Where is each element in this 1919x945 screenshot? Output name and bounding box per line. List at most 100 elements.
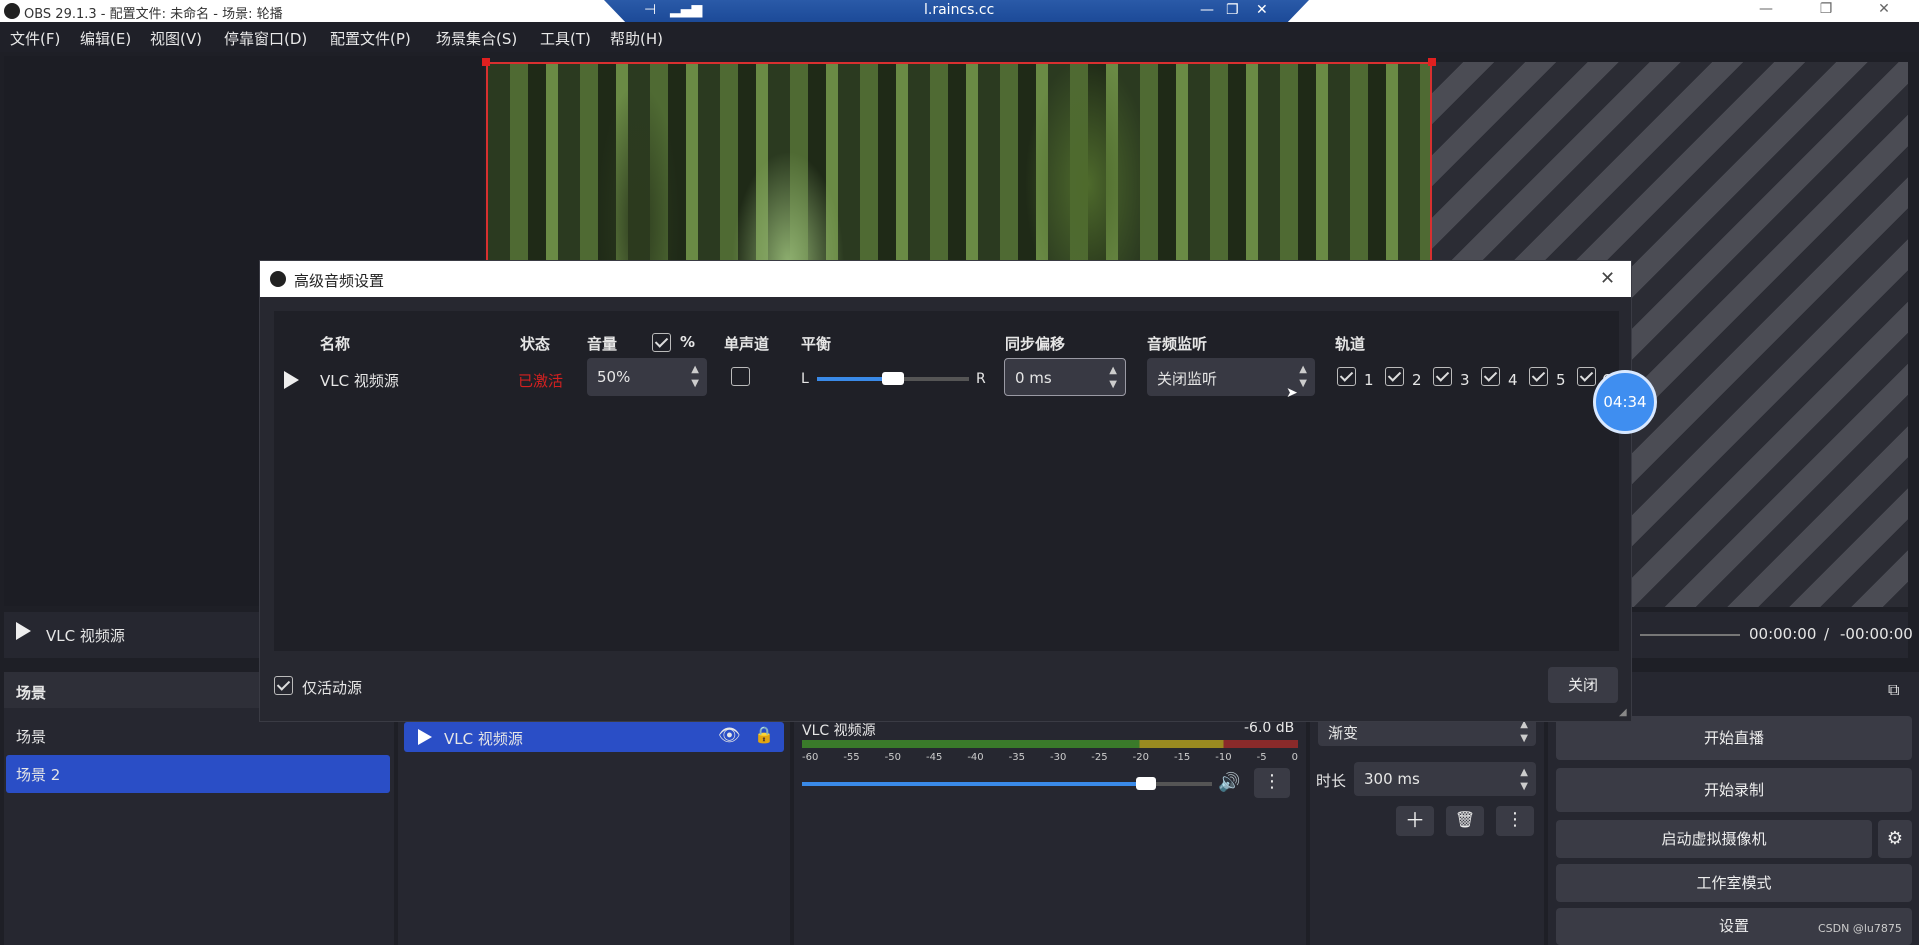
audio-sources-table: 名称 状态 音量 % 单声道 平衡 同步偏移 音频监听 轨道 VLC 视频源 已… (274, 311, 1619, 651)
balance-slider-handle[interactable] (882, 372, 904, 385)
header-mono: 单声道 (724, 335, 770, 353)
menu-help[interactable]: 帮助(H) (610, 28, 663, 49)
track-label: 5 (1556, 371, 1566, 389)
balance-right-label: R (976, 371, 986, 387)
remote-close-icon[interactable]: ✕ (1256, 2, 1268, 18)
advanced-audio-dialog: 高级音频设置 ✕ 名称 状态 音量 % 单声道 平衡 同步偏移 音频监听 轨道 … (259, 260, 1632, 722)
mixer-menu-button[interactable]: ⋮ (1254, 768, 1290, 798)
resize-grip-icon[interactable]: ◢ (1619, 707, 1627, 718)
duration-spinbox[interactable]: 300 ms ▲ ▼ (1354, 762, 1536, 796)
track-checkbox-2[interactable] (1385, 367, 1404, 386)
media-progress-slider[interactable] (1640, 634, 1740, 636)
sync-offset-value: 0 ms (1015, 369, 1052, 387)
track-label: 3 (1460, 371, 1470, 389)
visibility-eye-icon[interactable]: 👁 (718, 725, 741, 746)
floating-timer[interactable]: 04:34 (1593, 370, 1657, 434)
meter-tick: -35 (1008, 752, 1025, 763)
media-source-icon (418, 729, 432, 745)
resize-handle[interactable] (1428, 58, 1436, 66)
mono-checkbox[interactable] (731, 367, 750, 386)
transition-type-value: 渐变 (1328, 724, 1359, 742)
active-only-checkbox[interactable] (274, 676, 293, 695)
volume-spinbox[interactable]: 50% ▲ ▼ (587, 358, 707, 396)
dialog-close-button[interactable]: 关闭 (1548, 667, 1618, 703)
header-name: 名称 (320, 335, 351, 353)
duration-label: 时长 (1316, 772, 1347, 790)
track-label: 2 (1412, 371, 1422, 389)
pin-icon[interactable]: ⊣ (644, 2, 656, 18)
remote-restore-icon[interactable]: ❐ (1226, 2, 1239, 18)
obs-logo-icon (270, 271, 286, 287)
menu-edit[interactable]: 编辑(E) (80, 28, 131, 49)
meter-tick: -30 (1049, 752, 1067, 763)
header-percent: % (680, 333, 696, 351)
header-status: 状态 (520, 335, 551, 353)
track-checkbox-5[interactable] (1529, 367, 1548, 386)
row-status: 已激活 (518, 372, 564, 390)
scene-item-selected[interactable]: 场景 2 (6, 755, 390, 793)
virtual-camera-settings-button[interactable]: ⚙ (1878, 820, 1912, 858)
menu-profile[interactable]: 配置文件(P) (330, 28, 411, 49)
percent-checkbox[interactable] (652, 333, 671, 352)
volume-slider-handle[interactable] (1136, 777, 1157, 790)
close-icon[interactable]: ✕ (1874, 1, 1894, 19)
track-checkbox-4[interactable] (1481, 367, 1500, 386)
lock-icon[interactable]: 🔒 (754, 725, 774, 744)
remote-minimize-icon[interactable]: — (1200, 2, 1214, 18)
track-label: 1 (1364, 371, 1374, 389)
duration-value: 300 ms (1364, 770, 1420, 788)
remote-host: l.raincs.cc (924, 2, 995, 18)
menu-file[interactable]: 文件(F) (10, 28, 60, 49)
meter-tick: -25 (1091, 752, 1108, 763)
balance-slider[interactable] (817, 372, 969, 385)
meter-tick: -15 (1173, 752, 1191, 763)
spin-arrows-icon: ▲ ▼ (1109, 365, 1117, 390)
meter-tick: -45 (925, 752, 943, 763)
start-stream-button[interactable]: 开始直播 (1556, 716, 1912, 760)
transition-menu-button[interactable]: ⋮ (1496, 806, 1534, 836)
chevron-updown-icon: ▲ ▼ (1520, 719, 1528, 744)
dialog-title-bar: 高级音频设置 ✕ (260, 261, 1631, 297)
volume-slider[interactable] (802, 777, 1212, 790)
spin-arrows-icon: ▲ ▼ (1520, 767, 1528, 792)
obs-logo-icon (4, 3, 20, 19)
dock-float-icon[interactable]: ⧉ (1888, 680, 1899, 700)
studio-mode-button[interactable]: 工作室模式 (1556, 864, 1912, 902)
header-monitoring: 音频监听 (1147, 335, 1208, 353)
balance-left-label: L (801, 371, 809, 387)
source-label: VLC 视频源 (444, 730, 523, 748)
scene-label: 场景 (16, 728, 47, 746)
add-transition-button[interactable]: ＋ (1396, 806, 1434, 836)
restore-icon[interactable]: ❐ (1816, 1, 1836, 19)
menu-scene-collection[interactable]: 场景集合(S) (436, 28, 517, 49)
meter-tick: -60 (802, 752, 819, 763)
start-record-button[interactable]: 开始录制 (1556, 768, 1912, 812)
meter-tick: -20 (1132, 752, 1149, 763)
dialog-close-icon[interactable]: ✕ (1600, 268, 1615, 289)
menu-tools[interactable]: 工具(T) (540, 28, 591, 49)
row-source-name: VLC 视频源 (320, 372, 399, 390)
menu-view[interactable]: 视图(V) (150, 28, 202, 49)
track-checkbox-3[interactable] (1433, 367, 1452, 386)
media-source-icon (284, 371, 299, 389)
gear-icon: ⚙ (1886, 828, 1904, 849)
start-virtual-camera-button[interactable]: 启动虚拟摄像机 (1556, 820, 1872, 858)
media-source-name: VLC 视频源 (46, 627, 125, 645)
remote-desktop-bar: ⊣ ▂▄▆ l.raincs.cc — ❐ ✕ (604, 0, 1309, 22)
minimize-icon[interactable]: — (1756, 1, 1776, 19)
play-icon[interactable] (16, 622, 31, 640)
resize-handle[interactable] (482, 58, 490, 66)
meter-scale: -60 -55 -50 -45 -40 -35 -30 -25 -20 -15 -10 -5 0 (802, 752, 1298, 766)
scene-item[interactable]: 场景 (4, 718, 390, 754)
source-item[interactable]: VLC 视频源 👁 🔒 (404, 722, 784, 752)
menu-docks[interactable]: 停靠窗口(D) (224, 28, 307, 49)
speaker-icon[interactable]: 🔊 (1218, 772, 1240, 793)
volume-meter (802, 740, 1298, 748)
track-checkbox-1[interactable] (1337, 367, 1356, 386)
sync-offset-spinbox[interactable]: 0 ms ▲ ▼ (1004, 358, 1126, 396)
chevron-updown-icon: ▲ ▼ (1299, 364, 1307, 389)
time-separator: / (1824, 625, 1830, 643)
meter-tick: -55 (843, 752, 860, 763)
track-checkbox-6[interactable] (1577, 367, 1596, 386)
delete-transition-button[interactable]: 🗑 (1446, 806, 1484, 836)
